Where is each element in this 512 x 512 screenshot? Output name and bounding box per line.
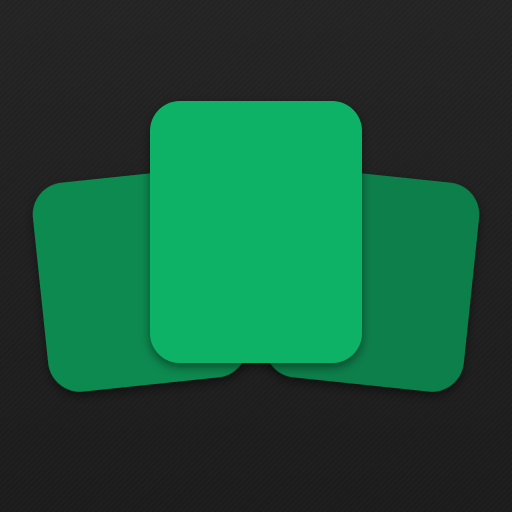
- card-stack-icon: [32, 101, 480, 392]
- app-icon-canvas: [0, 0, 512, 512]
- front-card: [150, 101, 362, 363]
